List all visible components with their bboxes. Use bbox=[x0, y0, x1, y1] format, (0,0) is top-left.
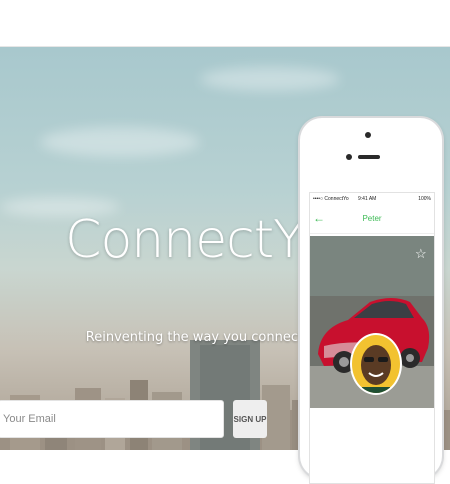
top-navigation-bar bbox=[0, 0, 450, 47]
avatar bbox=[350, 333, 402, 395]
avatar-face-image bbox=[361, 345, 391, 393]
email-input[interactable] bbox=[0, 400, 224, 438]
sign-up-button[interactable]: SIGN UP bbox=[233, 400, 267, 438]
status-battery: 100% bbox=[418, 196, 431, 202]
phone-nav-bar: ← Peter bbox=[310, 205, 434, 234]
phone-status-bar: ••••○ ConnectYo 9:41 AM 100% bbox=[310, 193, 434, 205]
star-outline-icon[interactable]: ☆ bbox=[415, 246, 427, 262]
status-time: 9:41 AM bbox=[358, 196, 377, 202]
profile-name: Peter bbox=[362, 214, 382, 223]
cloud-decoration bbox=[200, 67, 340, 91]
phone-camera bbox=[365, 132, 371, 138]
phone-speaker bbox=[358, 155, 380, 159]
phone-sensor bbox=[346, 154, 352, 160]
phone-screen: ••••○ ConnectYo 9:41 AM 100% ← Peter ☆ bbox=[309, 192, 435, 484]
cloud-decoration bbox=[40, 127, 200, 157]
phone-mockup: ••••○ ConnectYo 9:41 AM 100% ← Peter ☆ bbox=[300, 118, 442, 484]
status-carrier: ••••○ ConnectYo bbox=[313, 196, 349, 202]
